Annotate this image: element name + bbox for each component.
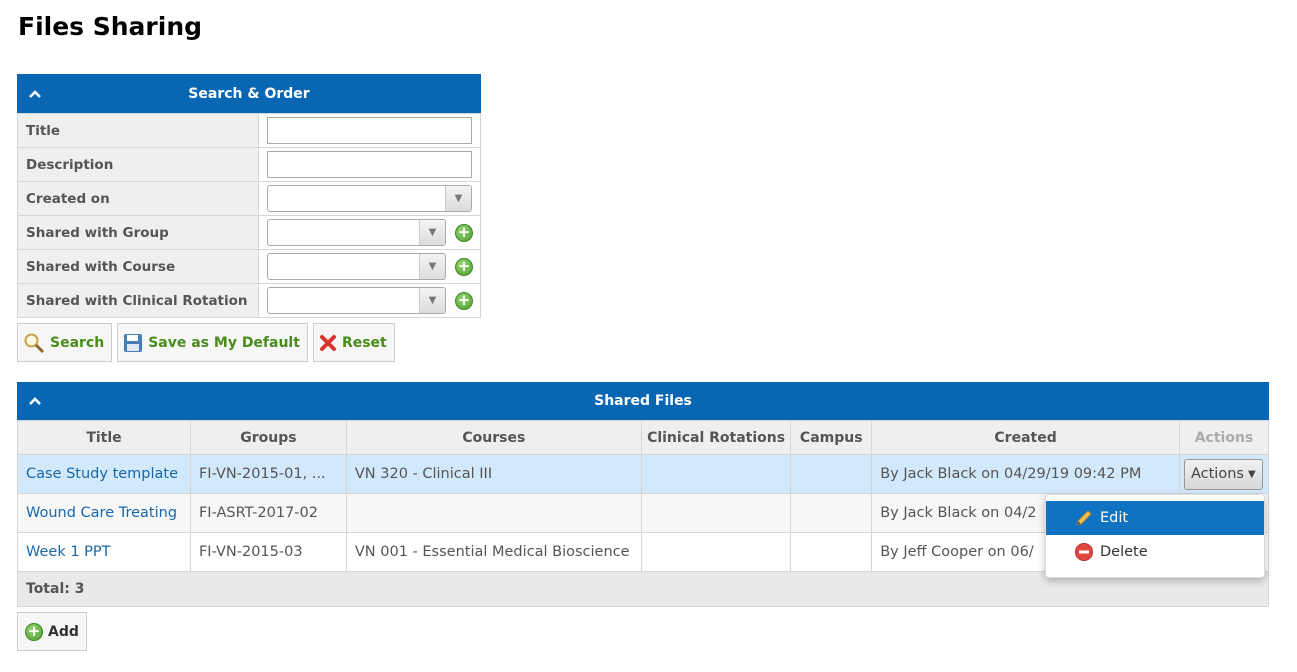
actions-dropdown-menu: Edit Delete xyxy=(1045,494,1265,578)
select-value xyxy=(268,254,419,279)
delete-icon xyxy=(1074,542,1094,562)
column-header-created[interactable]: Created xyxy=(871,420,1180,455)
chevron-up-icon[interactable] xyxy=(27,88,43,100)
file-title-link[interactable]: Case Study template xyxy=(26,466,178,482)
actions-button-label: Actions xyxy=(1190,466,1244,482)
column-header-actions: Actions xyxy=(1178,420,1270,455)
shared-course-select[interactable]: ▼ xyxy=(267,253,446,280)
field-label: Created on xyxy=(17,181,259,216)
groups-cell: FI-ASRT-2017-02 xyxy=(189,493,347,533)
pencil-icon xyxy=(1074,508,1094,528)
plus-circle-icon: + xyxy=(23,622,43,641)
reset-button[interactable]: Reset xyxy=(312,323,395,362)
rotations-cell xyxy=(640,493,792,533)
red-x-icon xyxy=(319,334,337,352)
field-label: Shared with Group xyxy=(17,215,259,250)
courses-cell: VN 001 - Essential Medical Bioscience xyxy=(345,532,642,572)
save-default-button-label: Save as My Default xyxy=(148,334,300,351)
courses-cell xyxy=(345,493,642,533)
select-value xyxy=(268,288,419,313)
courses-cell: VN 320 - Clinical III xyxy=(345,454,642,494)
chevron-down-icon[interactable]: ▼ xyxy=(445,186,471,211)
file-title-link[interactable]: Wound Care Treating xyxy=(26,505,177,521)
groups-cell: FI-VN-2015-01, ... xyxy=(189,454,347,494)
select-value xyxy=(268,220,419,245)
field-label: Title xyxy=(17,113,259,148)
form-row-description: Description xyxy=(17,147,481,182)
created-cell: By Jack Black on 04/29/19 09:42 PM xyxy=(871,454,1180,494)
shared-group-select[interactable]: ▼ xyxy=(267,219,446,246)
save-default-button[interactable]: Save as My Default xyxy=(117,323,308,362)
add-button-label: Add xyxy=(48,623,79,640)
form-row-created-on: Created on ▼ xyxy=(17,181,481,216)
chevron-down-icon[interactable]: ▼ xyxy=(419,254,445,279)
search-button-label: Search xyxy=(50,334,105,351)
table-row[interactable]: Case Study template FI-VN-2015-01, ... V… xyxy=(17,454,1270,494)
select-value xyxy=(268,186,445,211)
column-header-campus[interactable]: Campus xyxy=(790,420,873,455)
actions-dropdown-button[interactable]: Actions ▼ xyxy=(1183,458,1263,490)
chevron-down-icon[interactable]: ▼ xyxy=(419,220,445,245)
groups-cell: FI-VN-2015-03 xyxy=(189,532,347,572)
add-group-icon[interactable]: + xyxy=(455,223,474,242)
chevron-up-icon[interactable] xyxy=(27,395,43,407)
column-header-rotations[interactable]: Clinical Rotations xyxy=(640,420,792,455)
form-row-shared-rotation: Shared with Clinical Rotation ▼ + xyxy=(17,283,481,318)
caret-down-icon: ▼ xyxy=(1247,468,1256,480)
add-rotation-icon[interactable]: + xyxy=(455,291,474,310)
magnifier-icon xyxy=(23,332,45,354)
column-header-title[interactable]: Title xyxy=(17,420,191,455)
menu-item-delete[interactable]: Delete xyxy=(1046,535,1264,569)
form-row-shared-group: Shared with Group ▼ + xyxy=(17,215,481,250)
title-input[interactable] xyxy=(267,117,472,144)
search-order-panel: Search & Order Title Description Created… xyxy=(17,74,481,318)
files-panel-header[interactable]: Shared Files xyxy=(17,382,1269,420)
reset-button-label: Reset xyxy=(341,334,387,351)
page-title: Files Sharing xyxy=(18,12,203,41)
form-row-shared-course: Shared with Course ▼ + xyxy=(17,249,481,284)
search-form: Title Description Created on ▼ Shared wi… xyxy=(17,113,481,318)
column-header-groups[interactable]: Groups xyxy=(189,420,347,455)
column-header-courses[interactable]: Courses xyxy=(345,420,642,455)
search-button[interactable]: Search xyxy=(17,323,113,362)
field-label: Shared with Clinical Rotation xyxy=(17,283,259,318)
shared-rotation-select[interactable]: ▼ xyxy=(267,287,446,314)
search-button-row: Search Save as My Default Reset xyxy=(17,323,395,362)
menu-item-edit[interactable]: Edit xyxy=(1046,501,1264,535)
campus-cell xyxy=(790,493,873,533)
created-on-select[interactable]: ▼ xyxy=(267,185,472,212)
menu-item-label: Delete xyxy=(1100,544,1148,560)
rotations-cell xyxy=(640,532,792,572)
description-input[interactable] xyxy=(267,151,472,178)
floppy-disk-icon xyxy=(123,333,143,353)
menu-item-label: Edit xyxy=(1100,510,1129,526)
search-panel-title: Search & Order xyxy=(188,85,310,102)
campus-cell xyxy=(790,532,873,572)
rotations-cell xyxy=(640,454,792,494)
add-button[interactable]: + Add xyxy=(17,612,87,651)
files-panel-title: Shared Files xyxy=(594,393,692,409)
search-panel-header[interactable]: Search & Order xyxy=(17,74,481,113)
campus-cell xyxy=(790,454,873,494)
chevron-down-icon[interactable]: ▼ xyxy=(419,288,445,313)
form-row-title: Title xyxy=(17,113,481,148)
add-course-icon[interactable]: + xyxy=(455,257,474,276)
file-title-link[interactable]: Week 1 PPT xyxy=(26,544,111,560)
table-header-row: Title Groups Courses Clinical Rotations … xyxy=(17,420,1270,455)
field-label: Description xyxy=(17,147,259,182)
field-label: Shared with Course xyxy=(17,249,259,284)
